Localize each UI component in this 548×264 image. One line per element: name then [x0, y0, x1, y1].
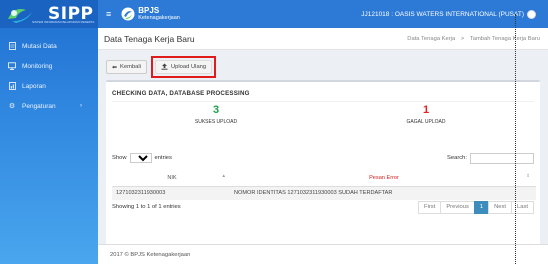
fail-stat: 1 GAGAL UPLOAD: [366, 104, 486, 125]
datatable-footer: Showing 1 to 1 of 1 entries First Previo…: [112, 200, 534, 214]
logo[interactable]: SIPP SISTEM INFORMASI PELAPORAN PESERTA: [0, 0, 98, 28]
breadcrumb: Data Tenaga Kerja > Tambah Tenaga Kerja …: [405, 36, 542, 42]
annotation-guide-line: [515, 14, 516, 264]
error-table: NIK ▲ Pesan Error ⇕ 1271032311930003 NOM…: [112, 170, 536, 200]
datatable-controls: Show 10 entries Search:: [112, 152, 534, 164]
pagination-first[interactable]: First: [418, 200, 442, 214]
upload-stats: 3 SUKSES UPLOAD 1 GAGAL UPLOAD: [106, 104, 540, 134]
pagination-previous[interactable]: Previous: [440, 200, 475, 214]
upload-icon: [161, 63, 168, 72]
upload-again-button[interactable]: Upload Ulang: [154, 60, 213, 74]
entries-length-select[interactable]: 10: [129, 153, 152, 163]
user-menu[interactable]: JJ121018 : OASIS WATERS INTERNATIONAL (P…: [361, 9, 536, 19]
brand-subtitle: Ketenagakerjaan: [138, 14, 180, 21]
pagination: First Previous 1 Next Last: [418, 200, 534, 214]
back-button-label: Kembali: [120, 64, 141, 70]
column-header-pesan-error[interactable]: Pesan Error ⇕: [232, 170, 536, 187]
user-name: JJ121018 : OASIS WATERS INTERNATIONAL (P…: [361, 10, 524, 18]
avatar: [527, 9, 536, 19]
report-icon: [8, 82, 16, 90]
sort-up-icon: ▲: [221, 173, 226, 178]
sidebar-item-label: Monitoring: [22, 62, 53, 70]
page-title: Data Tenaga Kerja Baru: [104, 33, 195, 44]
monitor-icon: [8, 62, 16, 70]
file-icon: [8, 42, 16, 50]
search-input[interactable]: [470, 152, 534, 164]
back-button[interactable]: ⬅ Kembali: [106, 60, 147, 74]
divider: [112, 101, 534, 102]
sort-icon: ⇕: [526, 173, 530, 178]
gear-icon: ⚙: [8, 103, 16, 110]
content-wrapper: Data Tenaga Kerja Baru Data Tenaga Kerja…: [98, 28, 548, 264]
entries-label: entries: [154, 155, 172, 161]
bpjs-brand: BPJS Ketenagakerjaan: [121, 5, 180, 22]
success-label: SUKSES UPLOAD: [194, 119, 238, 125]
show-label: Show: [112, 155, 127, 161]
sidebar-item-mutasi-data[interactable]: Mutasi Data: [0, 36, 98, 56]
breadcrumb-item-current: Tambah Tenaga Kerja Baru: [469, 35, 540, 42]
fail-count: 1: [422, 104, 430, 116]
sidebar-item-label: Pengaturan: [22, 102, 56, 110]
upload-highlight-box: Upload Ulang: [150, 56, 217, 78]
search-label: Search:: [447, 155, 467, 161]
hamburger-menu-icon[interactable]: ≡: [106, 9, 111, 19]
upload-button-label: Upload Ulang: [170, 64, 207, 70]
sidebar-item-monitoring[interactable]: Monitoring: [0, 56, 98, 76]
arrow-left-icon: ⬅: [112, 64, 118, 71]
fail-label: GAGAL UPLOAD: [406, 119, 446, 125]
top-navbar: ≡ BPJS Ketenagakerjaan JJ121018 : OASIS …: [98, 0, 548, 28]
action-toolbar: ⬅ Kembali Upload Ulang: [106, 56, 217, 78]
content-header: Data Tenaga Kerja Baru Data Tenaga Kerja…: [98, 28, 548, 50]
column-header-nik[interactable]: NIK ▲: [112, 170, 232, 187]
brand-title: BPJS: [138, 5, 160, 15]
pagination-page-1[interactable]: 1: [473, 200, 490, 214]
bpjs-logo-icon: [121, 7, 135, 21]
breadcrumb-separator: >: [460, 35, 465, 42]
sidebar-item-label: Laporan: [22, 82, 46, 90]
datatable-search: Search:: [447, 152, 534, 164]
table-header-row: NIK ▲ Pesan Error ⇕: [112, 170, 536, 187]
sidebar-item-pengaturan[interactable]: ⚙ Pengaturan ›: [0, 96, 98, 116]
chevron-right-icon: ›: [80, 103, 82, 109]
cell-pesan-error: NOMOR IDENTITAS 1271032311930003 SUDAH T…: [232, 186, 536, 200]
success-count: 3: [212, 104, 220, 116]
processing-box: CHECKING DATA, DATABASE PROCESSING 3 SUK…: [106, 80, 540, 252]
page-footer: 2017 © BPJS Ketenagakerjaan: [98, 244, 548, 264]
table-row: 1271032311930003 NOMOR IDENTITAS 1271032…: [112, 186, 536, 200]
sidebar: SIPP SISTEM INFORMASI PELAPORAN PESERTA …: [0, 0, 98, 264]
footer-text: 2017 © BPJS Ketenagakerjaan: [110, 251, 191, 258]
success-stat: 3 SUKSES UPLOAD: [156, 104, 276, 125]
sidebar-item-laporan[interactable]: Laporan: [0, 76, 98, 96]
sidebar-menu: Mutasi Data Monitoring Laporan ⚙ Pengatu…: [0, 36, 98, 116]
cell-nik: 1271032311930003: [112, 186, 232, 200]
box-title: CHECKING DATA, DATABASE PROCESSING: [112, 90, 250, 97]
breadcrumb-item-data-tenaga-kerja[interactable]: Data Tenaga Kerja: [407, 36, 455, 42]
sidebar-item-label: Mutasi Data: [22, 42, 57, 50]
logo-subtitle: SISTEM INFORMASI PELAPORAN PESERTA: [32, 20, 95, 24]
pagination-next[interactable]: Next: [488, 200, 513, 214]
table-info: Showing 1 to 1 of 1 entries: [112, 204, 181, 210]
